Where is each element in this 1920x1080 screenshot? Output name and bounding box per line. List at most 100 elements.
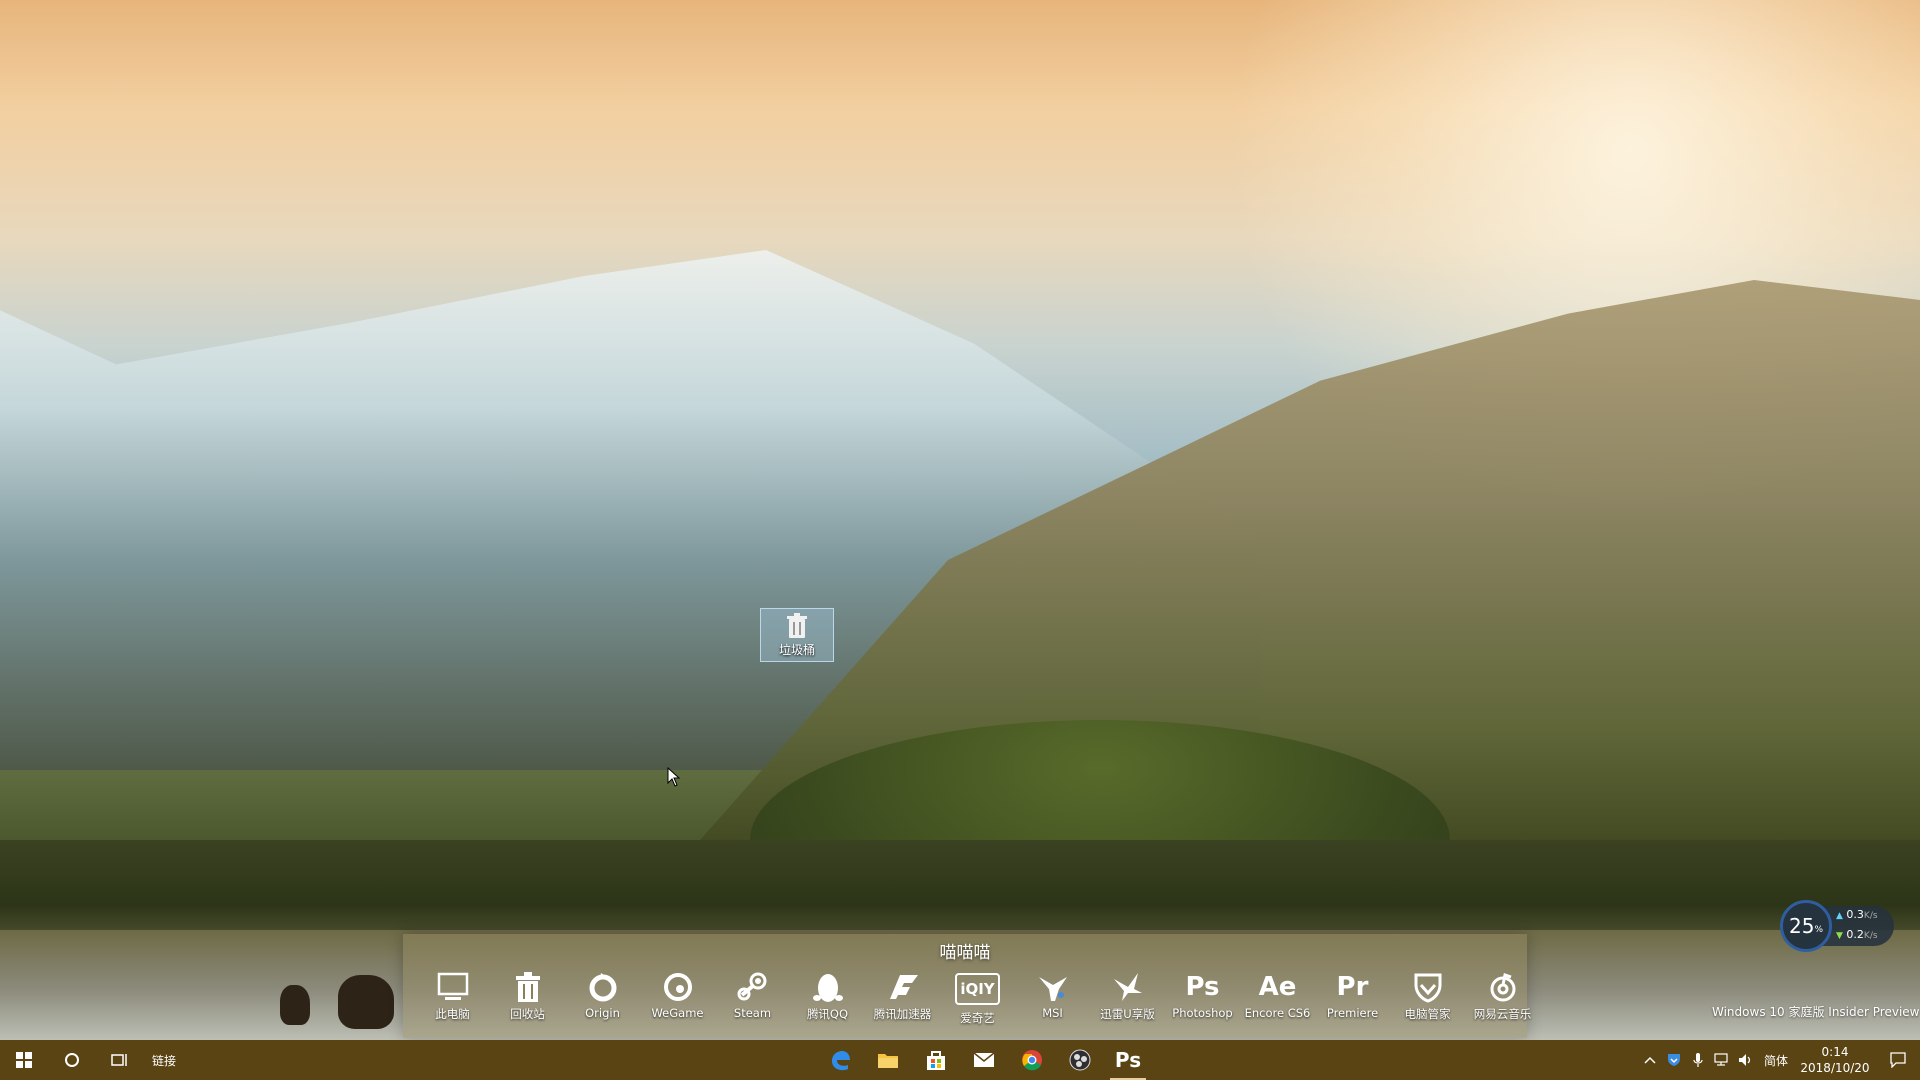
dock-item-msi[interactable]: MSI — [1015, 968, 1090, 1032]
network-icon — [1714, 1053, 1728, 1066]
edge-icon — [832, 1051, 850, 1071]
dock-item-label: 爱奇艺 — [960, 1011, 995, 1025]
taskbar-obs[interactable] — [1056, 1040, 1104, 1080]
dock-item-pc-manager[interactable]: 电脑管家 — [1390, 968, 1465, 1032]
windows-logo-icon — [16, 1052, 32, 1068]
dock-item-label: 电脑管家 — [1404, 1007, 1451, 1021]
taskbar: 链接 Ps 简体 0:14 2018/10/20 — [0, 1040, 1920, 1080]
thunder-bird-icon — [1112, 968, 1144, 1006]
dock-item-label: MSI — [1042, 1006, 1063, 1020]
task-view-icon — [111, 1054, 127, 1066]
dock-item-recycle-bin[interactable]: 回收站 — [490, 968, 565, 1032]
download-arrow-icon: ▼ — [1836, 931, 1843, 941]
trash-icon — [514, 968, 542, 1006]
usage-percent-unit: % — [1814, 925, 1823, 935]
desktop-background: 垃圾桶 喵喵喵 此电脑 回收站 Origin WeGame Steam 腾讯QQ… — [0, 0, 1920, 1080]
usage-percent: 25 — [1788, 914, 1815, 938]
show-hidden-icons-button[interactable] — [1638, 1056, 1662, 1064]
dock-item-qq[interactable]: 腾讯QQ — [790, 968, 865, 1032]
download-rate: ▼ 0.2K/s — [1836, 928, 1878, 941]
action-center-button[interactable] — [1876, 1052, 1920, 1068]
trash-icon — [787, 612, 807, 638]
cortana-button[interactable] — [48, 1040, 96, 1080]
ime-indicator[interactable]: 简体 — [1758, 1052, 1794, 1069]
shield-icon — [1668, 1054, 1680, 1066]
dock-item-wegame[interactable]: WeGame — [640, 968, 715, 1032]
app-dock: 喵喵喵 此电脑 回收站 Origin WeGame Steam 腾讯QQ 腾讯加… — [403, 934, 1531, 1038]
chevron-up-icon — [1644, 1056, 1656, 1064]
bear-adult — [338, 975, 394, 1029]
dock-item-thunder[interactable]: 迅雷U享版 — [1090, 968, 1165, 1032]
speaker-icon — [1739, 1054, 1751, 1066]
usage-gauge: 25% — [1780, 900, 1832, 952]
dock-item-label: 腾讯QQ — [806, 1007, 849, 1021]
bear-cub — [280, 985, 310, 1025]
taskbar-store[interactable] — [912, 1040, 960, 1080]
taskbar-photoshop[interactable]: Ps — [1104, 1040, 1152, 1080]
dock-item-label: Premiere — [1326, 1006, 1379, 1020]
dock-item-photoshop[interactable]: Ps Photoshop — [1165, 968, 1240, 1032]
taskbar-edge[interactable] — [816, 1040, 864, 1080]
netease-music-icon — [1487, 968, 1519, 1006]
dock-title: 喵喵喵 — [939, 943, 991, 963]
system-tray: 简体 0:14 2018/10/20 — [1638, 1040, 1920, 1080]
notification-icon — [1890, 1052, 1906, 1068]
dock-item-steam[interactable]: Steam — [715, 968, 790, 1032]
dock-item-label: WeGame — [651, 1006, 704, 1020]
taskbar-apps: Ps — [816, 1040, 1152, 1080]
taskbar-file-explorer[interactable] — [864, 1040, 912, 1080]
upload-unit: K/s — [1863, 911, 1878, 921]
task-view-button[interactable] — [96, 1040, 144, 1080]
premiere-icon: Pr — [1336, 972, 1369, 1002]
taskbar-chrome[interactable] — [1008, 1040, 1056, 1080]
dock-item-this-pc[interactable]: 此电脑 — [415, 968, 490, 1032]
clock[interactable]: 0:14 2018/10/20 — [1794, 1044, 1876, 1076]
store-bag-icon — [927, 1051, 945, 1070]
after-effects-icon: Ae — [1258, 972, 1297, 1002]
dock-item-label: 腾讯加速器 — [873, 1007, 932, 1021]
tray-network[interactable] — [1710, 1053, 1734, 1067]
dock-item-premiere[interactable]: Pr Premiere — [1315, 968, 1390, 1032]
tray-microphone[interactable] — [1686, 1052, 1710, 1068]
desktop-recycle-bin[interactable]: 垃圾桶 — [760, 608, 834, 662]
dock-item-iqiyi[interactable]: iQIY 爱奇艺 — [940, 968, 1015, 1032]
iqiyi-icon: iQIY — [955, 973, 1000, 1005]
dock-item-netease-music[interactable]: 网易云音乐 — [1465, 968, 1540, 1032]
upload-rate: ▲ 0.3K/s — [1836, 908, 1878, 921]
dock-item-encore[interactable]: Ae Encore CS6 — [1240, 968, 1315, 1032]
obs-icon — [1069, 1049, 1091, 1071]
links-toolbar[interactable]: 链接 — [144, 1040, 184, 1080]
dock-item-label: 此电脑 — [435, 1007, 470, 1021]
upload-arrow-icon: ▲ — [1836, 911, 1843, 921]
tray-security[interactable] — [1662, 1053, 1686, 1067]
dock-item-label: Steam — [733, 1006, 772, 1020]
accelerator-icon — [886, 968, 920, 1006]
msi-dragon-icon — [1037, 968, 1069, 1006]
taskbar-mail[interactable] — [960, 1040, 1008, 1080]
dock-item-label: 网易云音乐 — [1473, 1007, 1532, 1021]
dock-item-accelerator[interactable]: 腾讯加速器 — [865, 968, 940, 1032]
upload-value: 0.3 — [1846, 908, 1864, 921]
tray-volume[interactable] — [1734, 1053, 1758, 1067]
dock-item-label: Encore CS6 — [1244, 1006, 1311, 1020]
wegame-icon — [662, 968, 694, 1006]
folder-icon — [878, 1054, 898, 1068]
shield-icon — [1412, 968, 1444, 1006]
dock-item-label: Origin — [585, 1006, 620, 1020]
start-button[interactable] — [0, 1040, 48, 1080]
monitor-icon — [437, 968, 469, 1006]
clock-date: 2018/10/20 — [1800, 1061, 1870, 1075]
microphone-icon — [1693, 1053, 1703, 1067]
download-value: 0.2 — [1846, 928, 1864, 941]
photoshop-icon: Ps — [1114, 1048, 1142, 1072]
dock-item-label: 回收站 — [510, 1007, 545, 1021]
network-monitor-widget[interactable]: 25% ▲ 0.3K/s ▼ 0.2K/s — [1780, 900, 1898, 952]
download-unit: K/s — [1863, 931, 1878, 941]
dock-item-origin[interactable]: Origin — [565, 968, 640, 1032]
dock-item-label: 迅雷U享版 — [1100, 1007, 1155, 1021]
cortana-circle-icon — [65, 1053, 79, 1067]
origin-icon — [587, 968, 619, 1006]
qq-penguin-icon — [812, 968, 843, 1006]
windows-watermark: Windows 10 家庭版 Insider Preview — [1712, 1005, 1920, 1019]
mail-icon — [973, 1052, 995, 1067]
